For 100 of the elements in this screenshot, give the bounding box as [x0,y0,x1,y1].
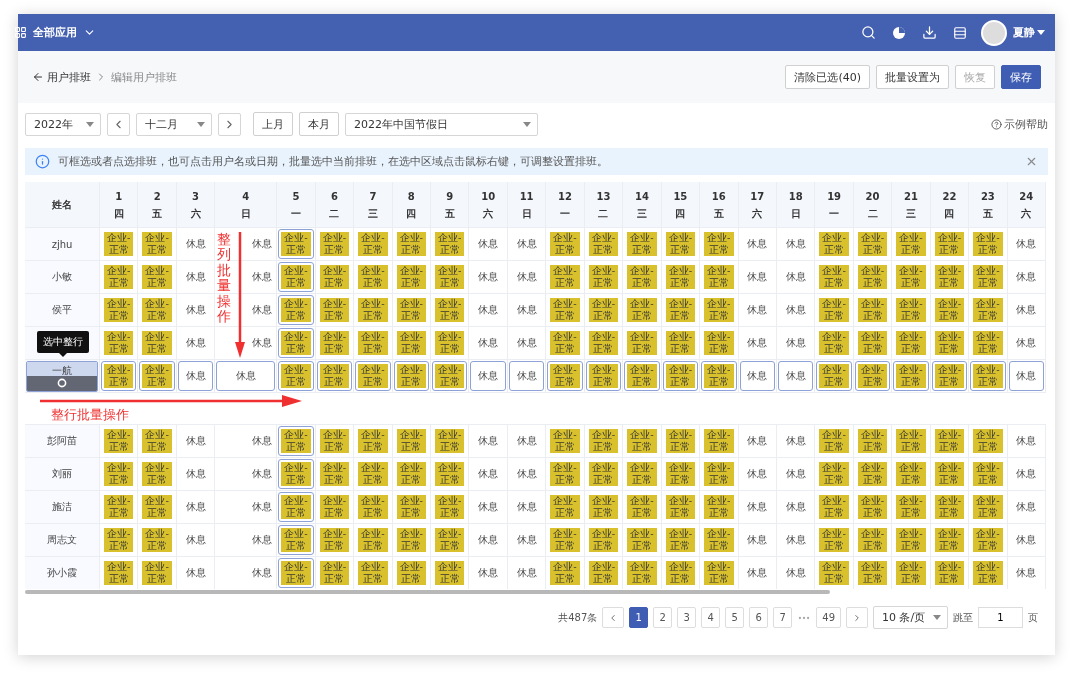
list-icon[interactable] [953,25,967,40]
schedule-cell[interactable]: 休息 [513,558,540,588]
row-name-selected[interactable]: 一航 [26,360,98,392]
schedule-cell[interactable]: 休息 [513,525,540,555]
month-select[interactable]: 十二月 [136,112,212,136]
schedule-cell[interactable]: 休息 [744,262,771,292]
schedule-cell[interactable]: 休息 [249,295,276,325]
schedule-cell[interactable]: 休息 [475,459,502,489]
next-button[interactable] [218,112,241,136]
schedule-cell[interactable]: 休息 [216,361,276,391]
schedule-cell[interactable]: 休息 [249,426,276,456]
year-select[interactable]: 2022年 [25,112,101,136]
schedule-cell[interactable]: 休息 [182,459,209,489]
column-header[interactable]: 1 四 [100,182,139,227]
page-button[interactable]: 5 [725,607,745,628]
column-header[interactable]: 20 二 [853,182,893,227]
schedule-cell[interactable]: 休息 [744,295,771,325]
schedule-cell[interactable]: 休息 [475,295,502,325]
schedule-cell[interactable]: 休息 [182,525,209,555]
row-name[interactable]: 施洁 [52,500,72,514]
schedule-cell[interactable]: 休息 [182,492,209,522]
schedule-cell[interactable]: 休息 [513,262,540,292]
column-header[interactable]: 16 五 [700,182,739,227]
column-header[interactable]: 10 六 [469,182,508,227]
column-header[interactable]: 19 一 [815,182,854,227]
download-icon[interactable] [922,25,937,40]
schedule-cell[interactable]: 休息 [744,558,771,588]
column-header[interactable]: 22 四 [930,182,970,227]
row-name[interactable]: 刘丽 [52,467,72,481]
schedule-cell[interactable]: 休息 [744,328,771,358]
action-button[interactable]: 保存 [1001,65,1041,89]
schedule-cell[interactable]: 休息 [513,295,540,325]
row-name[interactable]: zjhu [51,238,73,250]
search-icon[interactable] [861,25,876,40]
action-button[interactable]: 批量设置为 [876,65,949,89]
schedule-cell[interactable]: 休息 [513,459,540,489]
holiday-select[interactable]: 2022年中国节假日 [345,112,538,136]
this-month-button[interactable]: 本月 [299,112,339,136]
column-header[interactable]: 17 六 [738,182,777,227]
page-button[interactable]: 7 [773,607,793,628]
schedule-cell[interactable]: 休息 [1013,295,1040,325]
schedule-cell[interactable]: 休息 [475,229,502,259]
schedule-cell[interactable]: 休息 [177,361,214,391]
schedule-cell[interactable]: 休息 [470,361,506,391]
schedule-cell[interactable]: 休息 [249,459,276,489]
schedule-cell[interactable]: 休息 [782,492,809,522]
page-button[interactable]: 2 [653,607,673,628]
schedule-cell[interactable]: 休息 [1013,328,1040,358]
column-header[interactable]: 12 一 [546,182,585,227]
schedule-cell[interactable]: 休息 [182,328,209,358]
previous-button[interactable] [107,112,130,136]
schedule-cell[interactable]: 休息 [782,229,809,259]
row-name[interactable]: 小敏 [52,270,72,284]
schedule-cell[interactable]: 休息 [782,525,809,555]
app-menu[interactable]: 全部应用 [14,25,96,40]
column-header[interactable]: 23 五 [969,182,1008,227]
column-header[interactable]: 6 二 [315,182,355,227]
column-header[interactable]: 18 日 [776,182,816,227]
column-header[interactable]: 24 六 [1007,182,1046,227]
schedule-cell[interactable]: 休息 [249,262,276,292]
column-header[interactable]: 5 一 [277,182,316,227]
column-header[interactable]: 13 二 [584,182,624,227]
column-header[interactable]: 3 六 [176,182,216,227]
schedule-cell[interactable]: 休息 [475,426,502,456]
column-header[interactable]: 7 三 [354,182,393,227]
column-header[interactable]: 14 三 [623,182,662,227]
user-menu[interactable]: 夏静 [981,19,1045,46]
column-header[interactable]: 11 日 [507,182,547,227]
schedule-cell[interactable]: 休息 [1013,262,1040,292]
page-button[interactable]: 3 [677,607,697,628]
schedule-cell[interactable]: 休息 [782,295,809,325]
row-name[interactable]: 孙小霞 [47,566,77,580]
schedule-cell[interactable]: 休息 [182,426,209,456]
page-button[interactable]: 49 [816,607,841,628]
schedule-cell[interactable]: 休息 [475,558,502,588]
prev-month-button[interactable]: 上月 [253,112,293,136]
schedule-cell[interactable]: 休息 [1013,525,1040,555]
column-header[interactable]: 9 五 [431,182,470,227]
schedule-cell[interactable]: 休息 [1013,229,1040,259]
schedule-cell[interactable]: 休息 [744,525,771,555]
schedule-cell[interactable]: 休息 [782,262,809,292]
schedule-cell[interactable]: 休息 [513,328,540,358]
schedule-cell[interactable]: 休息 [782,459,809,489]
schedule-cell[interactable]: 休息 [249,328,276,358]
page-button[interactable]: 1 [629,607,649,628]
schedule-cell[interactable]: 休息 [513,229,540,259]
schedule-cell[interactable]: 休息 [182,295,209,325]
row-name[interactable]: 侯平 [52,303,72,317]
page-size-select[interactable]: 10 条/页 [873,606,948,629]
jump-input[interactable]: 1 [978,607,1023,628]
column-header[interactable]: 8 四 [392,182,432,227]
schedule-cell[interactable]: 休息 [1013,492,1040,522]
schedule-cell[interactable]: 休息 [744,229,771,259]
scrollbar[interactable] [25,590,830,594]
schedule-cell[interactable]: 休息 [782,328,809,358]
schedule-cell[interactable]: 休息 [782,426,809,456]
row-name[interactable]: 彭阿苗 [47,434,77,448]
schedule-cell[interactable]: 休息 [1013,459,1040,489]
schedule-cell[interactable]: 休息 [249,492,276,522]
schedule-cell[interactable]: 休息 [782,558,809,588]
